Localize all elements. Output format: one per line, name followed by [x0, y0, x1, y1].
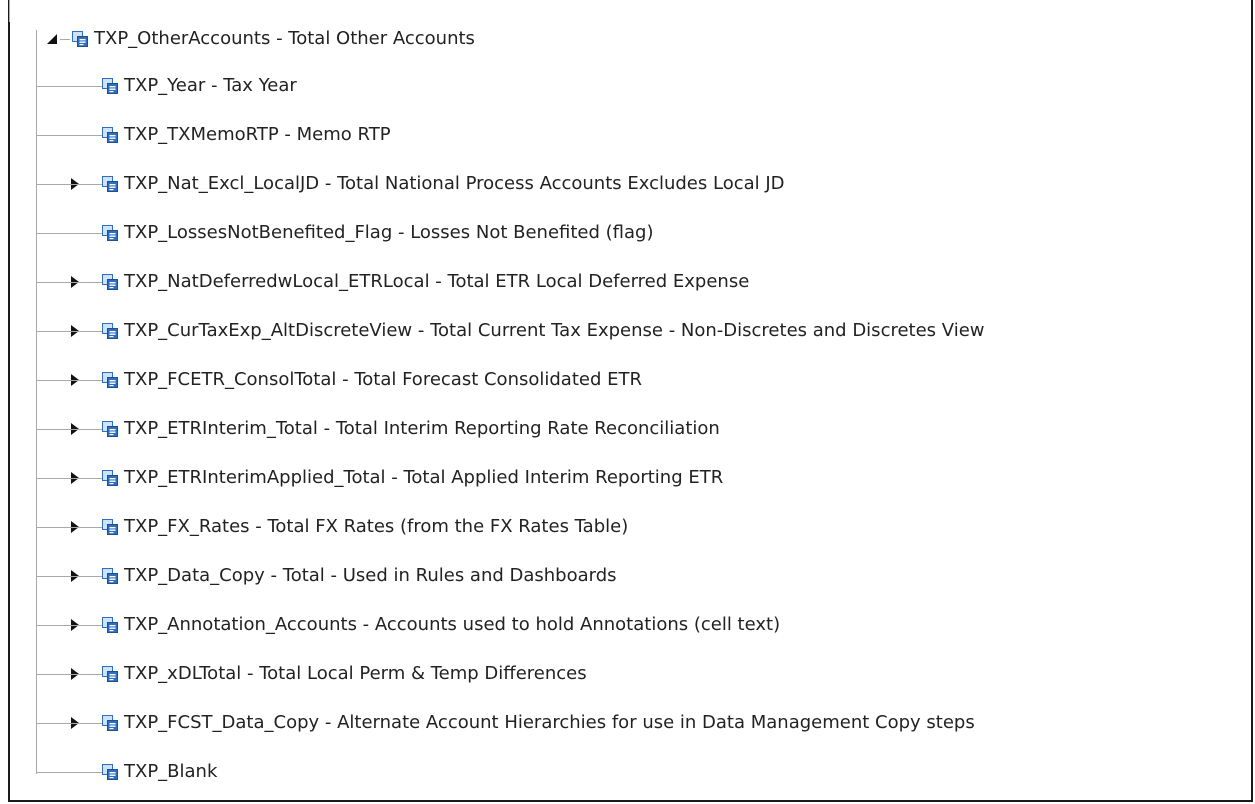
- tree-node-label[interactable]: TXP_Blank: [124, 760, 217, 784]
- tree-node-label[interactable]: TXP_ETRInterim_Total - Total Interim Rep…: [124, 417, 720, 441]
- tree-node-label[interactable]: TXP_FCST_Data_Copy - Alternate Account H…: [124, 711, 975, 735]
- tree-node[interactable]: TXP_LossesNotBenefited_Flag - Losses Not…: [10, 218, 1251, 248]
- member-tree: TXP_OtherAccounts - Total Other Accounts…: [9, 0, 1251, 800]
- account-member-icon: [102, 372, 118, 388]
- account-member-icon: [102, 764, 118, 780]
- account-member-icon: [102, 225, 118, 241]
- account-member-icon: [72, 31, 88, 47]
- tree-connector-h: [37, 674, 102, 675]
- tree-connector-h: [37, 429, 102, 430]
- account-member-icon: [102, 78, 118, 94]
- account-member-icon: [102, 568, 118, 584]
- tree-node[interactable]: TXP_CurTaxExp_AltDiscreteView - Total Cu…: [10, 316, 1251, 346]
- tree-node-label[interactable]: TXP_FX_Rates - Total FX Rates (from the …: [124, 515, 628, 539]
- tree-node[interactable]: TXP_ETRInterim_Total - Total Interim Rep…: [10, 414, 1251, 444]
- tree-connector-h: [37, 723, 102, 724]
- account-member-icon: [102, 127, 118, 143]
- member-tree-panel: TXP_OtherAccounts - Total Other Accounts…: [8, 0, 1253, 802]
- account-member-icon: [102, 519, 118, 535]
- tree-node[interactable]: TXP_NatDeferredwLocal_ETRLocal - Total E…: [10, 267, 1251, 297]
- tree-node[interactable]: TXP_FX_Rates - Total FX Rates (from the …: [10, 512, 1251, 542]
- account-member-icon: [102, 715, 118, 731]
- tree-connector-h: [37, 380, 102, 381]
- tree-connector-h: [37, 331, 102, 332]
- tree-node-label[interactable]: TXP_CurTaxExp_AltDiscreteView - Total Cu…: [124, 319, 984, 343]
- tree-connector-h: [37, 184, 102, 185]
- tree-node-root[interactable]: TXP_OtherAccounts - Total Other Accounts: [10, 24, 1251, 54]
- tree-node[interactable]: TXP_ETRInterimApplied_Total - Total Appl…: [10, 463, 1251, 493]
- collapse-toggle-icon[interactable]: [46, 32, 60, 46]
- tree-node[interactable]: TXP_TXMemoRTP - Memo RTP: [10, 120, 1251, 150]
- tree-node-label[interactable]: TXP_TXMemoRTP - Memo RTP: [124, 123, 391, 147]
- tree-node-label[interactable]: TXP_LossesNotBenefited_Flag - Losses Not…: [124, 221, 653, 245]
- tree-node[interactable]: TXP_FCST_Data_Copy - Alternate Account H…: [10, 708, 1251, 738]
- tree-connector-h: [37, 478, 102, 479]
- tree-node[interactable]: TXP_FCETR_ConsolTotal - Total Forecast C…: [10, 365, 1251, 395]
- tree-node-label[interactable]: TXP_Nat_Excl_LocalJD - Total National Pr…: [124, 172, 785, 196]
- tree-node-label[interactable]: TXP_OtherAccounts - Total Other Accounts: [94, 27, 475, 51]
- tree-node[interactable]: TXP_Year - Tax Year: [10, 71, 1251, 101]
- tree-node[interactable]: TXP_Annotation_Accounts - Accounts used …: [10, 610, 1251, 640]
- account-member-icon: [102, 176, 118, 192]
- tree-node-label[interactable]: TXP_Annotation_Accounts - Accounts used …: [124, 613, 780, 637]
- tree-node-label[interactable]: TXP_Data_Copy - Total - Used in Rules an…: [124, 564, 617, 588]
- tree-node-label[interactable]: TXP_Year - Tax Year: [124, 74, 297, 98]
- tree-node-label[interactable]: TXP_FCETR_ConsolTotal - Total Forecast C…: [124, 368, 642, 392]
- tree-connector-h: [37, 527, 102, 528]
- tree-node-label[interactable]: TXP_NatDeferredwLocal_ETRLocal - Total E…: [124, 270, 749, 294]
- account-member-icon: [102, 617, 118, 633]
- tree-connector-h: [37, 233, 102, 234]
- tree-node[interactable]: TXP_Nat_Excl_LocalJD - Total National Pr…: [10, 169, 1251, 199]
- tree-node[interactable]: TXP_Blank: [10, 757, 1251, 787]
- tree-connector-h: [37, 772, 102, 773]
- account-member-icon: [102, 470, 118, 486]
- tree-connector-h: [37, 625, 102, 626]
- account-member-icon: [102, 323, 118, 339]
- tree-node-label[interactable]: TXP_xDLTotal - Total Local Perm & Temp D…: [124, 662, 587, 686]
- tree-connector-h: [37, 135, 102, 136]
- tree-node[interactable]: TXP_xDLTotal - Total Local Perm & Temp D…: [10, 659, 1251, 689]
- tree-connector-h: [37, 576, 102, 577]
- tree-node[interactable]: TXP_Data_Copy - Total - Used in Rules an…: [10, 561, 1251, 591]
- tree-connector-h: [37, 282, 102, 283]
- tree-connector-h: [60, 39, 70, 40]
- account-member-icon: [102, 274, 118, 290]
- account-member-icon: [102, 666, 118, 682]
- tree-connector-h: [37, 86, 102, 87]
- tree-node-label[interactable]: TXP_ETRInterimApplied_Total - Total Appl…: [124, 466, 723, 490]
- tree-connector-stub: [9, 0, 10, 22]
- account-member-icon: [102, 421, 118, 437]
